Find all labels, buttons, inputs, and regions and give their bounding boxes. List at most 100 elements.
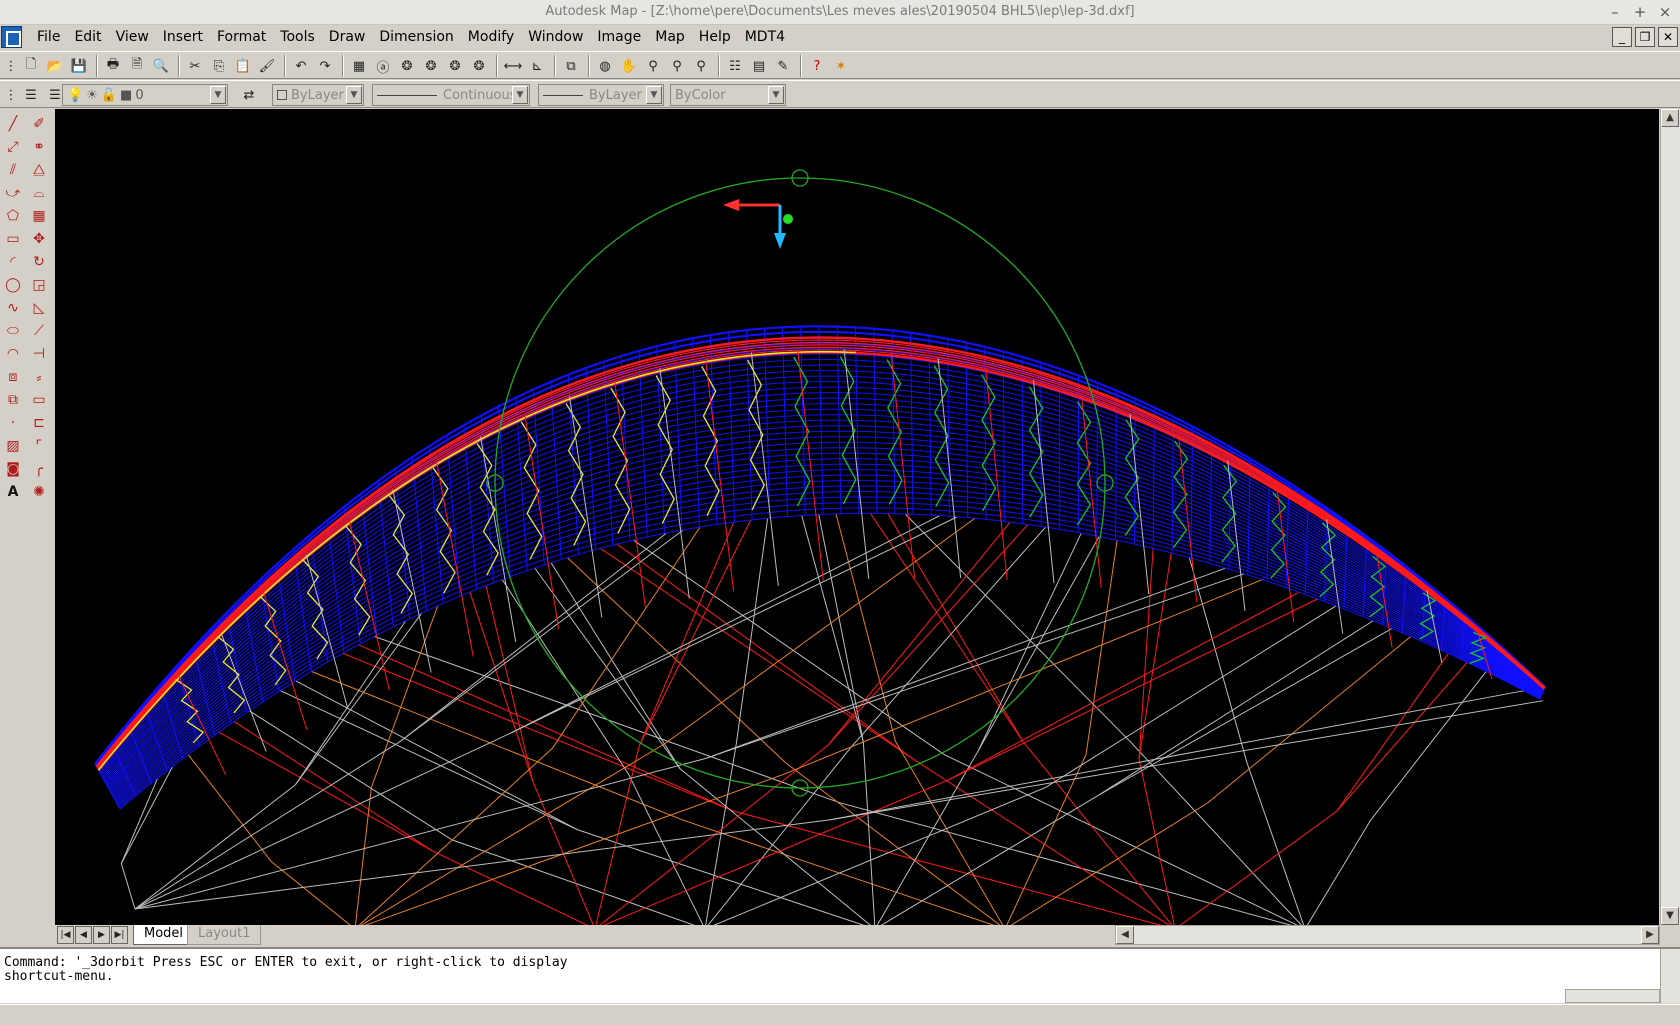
save-icon[interactable]: 💾	[68, 55, 90, 77]
array-icon[interactable]: ▦	[28, 205, 50, 227]
named-views-icon[interactable]: ⧉	[560, 55, 582, 77]
move-icon[interactable]: ✥	[28, 228, 50, 250]
make-layer-current-icon[interactable]: ⇄	[238, 84, 260, 106]
redo-icon[interactable]: ↷	[314, 55, 336, 77]
menu-edit[interactable]: Edit	[67, 29, 108, 45]
region-icon[interactable]: ◙	[2, 458, 24, 480]
maximize-button[interactable]: +	[1630, 2, 1650, 22]
make-block-icon[interactable]: ⧉	[2, 389, 24, 411]
map-icon-3[interactable]: ❂	[396, 55, 418, 77]
command-scrollbar[interactable]	[1660, 949, 1680, 1003]
ellipse-icon[interactable]: ⬭	[2, 320, 24, 342]
chevron-down-icon[interactable]: ▼	[210, 86, 226, 104]
menu-help[interactable]: Help	[692, 29, 738, 45]
rectangle-icon[interactable]: ▭	[2, 228, 24, 250]
tab-model[interactable]: Model	[133, 925, 195, 945]
doc-restore-button[interactable]: ❐	[1635, 27, 1655, 47]
model-space-canvas[interactable]	[55, 109, 1659, 925]
paste-icon[interactable]: 📋	[232, 55, 254, 77]
map-icon-1[interactable]: ▦	[348, 55, 370, 77]
chevron-down-icon[interactable]: ▼	[512, 86, 528, 104]
last-tab-icon[interactable]: ▶|	[111, 926, 128, 944]
chevron-down-icon[interactable]: ▼	[346, 86, 362, 104]
copy-object-icon[interactable]: ⚭	[28, 136, 50, 158]
copy-icon[interactable]: ⎘	[208, 55, 230, 77]
rotate-icon[interactable]: ↻	[28, 251, 50, 273]
scroll-left-arrow-icon[interactable]: ◀	[1116, 926, 1134, 944]
first-tab-icon[interactable]: |◀	[57, 926, 74, 944]
match-properties-icon[interactable]: 🖌	[256, 55, 278, 77]
command-window[interactable]: Command: '_3dorbit Press ESC or ENTER to…	[0, 947, 1680, 1003]
map-icon-4[interactable]: ❂	[420, 55, 442, 77]
distance-icon[interactable]: ⟷	[502, 55, 524, 77]
menu-insert[interactable]: Insert	[156, 29, 210, 45]
color-dropdown[interactable]: ByLayer ▼	[272, 84, 364, 106]
doc-close-button[interactable]: ✕	[1658, 27, 1678, 47]
erase-icon[interactable]: ✐	[28, 113, 50, 135]
ellipse-arc-icon[interactable]: ◠	[2, 343, 24, 365]
properties-icon[interactable]: ☷	[724, 55, 746, 77]
undo-icon[interactable]: ↶	[290, 55, 312, 77]
break-icon[interactable]: ⸗	[28, 366, 50, 388]
zoom-realtime-icon[interactable]: ⚲	[642, 55, 664, 77]
fillet-icon[interactable]: ╭	[28, 458, 50, 480]
point-icon[interactable]: ·	[2, 412, 24, 434]
menu-format[interactable]: Format	[210, 29, 273, 45]
open-icon[interactable]: 📂	[44, 55, 66, 77]
tab-layout1[interactable]: Layout1	[187, 925, 262, 945]
app-icon[interactable]	[1, 26, 22, 48]
chevron-down-icon[interactable]: ▼	[768, 86, 784, 104]
new-icon[interactable]: 🗋	[20, 55, 42, 77]
next-tab-icon[interactable]: ▶	[93, 926, 110, 944]
print-icon[interactable]: 🖶	[102, 55, 124, 77]
menu-draw[interactable]: Draw	[322, 29, 373, 45]
orbit-arcball[interactable]	[486, 169, 1114, 797]
layer-manager-icon[interactable]: ☰	[20, 84, 42, 106]
linetype-dropdown[interactable]: Continuous ▼	[372, 84, 530, 106]
doc-minimize-button[interactable]: _	[1612, 27, 1632, 47]
zoom-window-icon[interactable]: ⚲	[666, 55, 688, 77]
trim-icon[interactable]: ⟋	[28, 320, 50, 342]
find-icon[interactable]: 🔍	[150, 55, 172, 77]
map-icon-5[interactable]: ❂	[444, 55, 466, 77]
command-hscrollbar[interactable]	[1565, 989, 1660, 1003]
lineweight-dropdown[interactable]: ByLayer ▼	[538, 84, 664, 106]
tool-palette-icon[interactable]: ✎	[772, 55, 794, 77]
menu-map[interactable]: Map	[648, 29, 692, 45]
plotstyle-dropdown[interactable]: ByColor ▼	[670, 84, 786, 106]
horizontal-scrollbar[interactable]: ◀ ▶	[1115, 925, 1660, 945]
spline-icon[interactable]: ∿	[2, 297, 24, 319]
hatch-icon[interactable]: ▨	[2, 435, 24, 457]
insert-block-icon[interactable]: ⧈	[2, 366, 24, 388]
design-center-icon[interactable]: ▤	[748, 55, 770, 77]
construction-line-icon[interactable]: ⤢	[2, 136, 24, 158]
help-icon[interactable]: ?	[806, 55, 828, 77]
scroll-right-arrow-icon[interactable]: ▶	[1641, 926, 1659, 944]
map-icon-2[interactable]: ⓐ	[372, 55, 394, 77]
whats-this-icon[interactable]: ✶	[830, 55, 852, 77]
explode-icon[interactable]: ✺	[28, 481, 50, 503]
prev-tab-icon[interactable]: ◀	[75, 926, 92, 944]
menu-mdt4[interactable]: MDT4	[738, 29, 792, 45]
scroll-down-arrow-icon[interactable]: ▼	[1661, 907, 1679, 925]
circle-icon[interactable]: ◯	[2, 274, 24, 296]
layer-dropdown[interactable]: 💡 ☀ 🔓 ■ 0 ▼	[62, 84, 228, 106]
ucs-icon[interactable]: ⊾	[526, 55, 548, 77]
stretch-icon[interactable]: ◺	[28, 297, 50, 319]
print-preview-icon[interactable]: 🗎	[126, 55, 148, 77]
pan-icon[interactable]: ✋	[618, 55, 640, 77]
menu-tools[interactable]: Tools	[273, 29, 322, 45]
text-icon[interactable]: A	[2, 481, 24, 503]
menu-modify[interactable]: Modify	[461, 29, 521, 45]
offset-icon[interactable]: ⌓	[28, 182, 50, 204]
toolbar-grip-icon[interactable]: ⋮	[4, 84, 18, 106]
menu-view[interactable]: View	[109, 29, 156, 45]
multiline-icon[interactable]: ⫽	[2, 159, 24, 181]
zoom-previous-icon[interactable]: ⚲	[690, 55, 712, 77]
close-button[interactable]: ×	[1655, 2, 1675, 22]
polygon-icon[interactable]: ⬠	[2, 205, 24, 227]
break-at-point-icon[interactable]: ▭	[28, 389, 50, 411]
scroll-up-arrow-icon[interactable]: ▲	[1661, 109, 1679, 127]
toolbar-grip-icon[interactable]: ⋮	[4, 55, 18, 77]
minimize-button[interactable]: –	[1605, 2, 1625, 22]
